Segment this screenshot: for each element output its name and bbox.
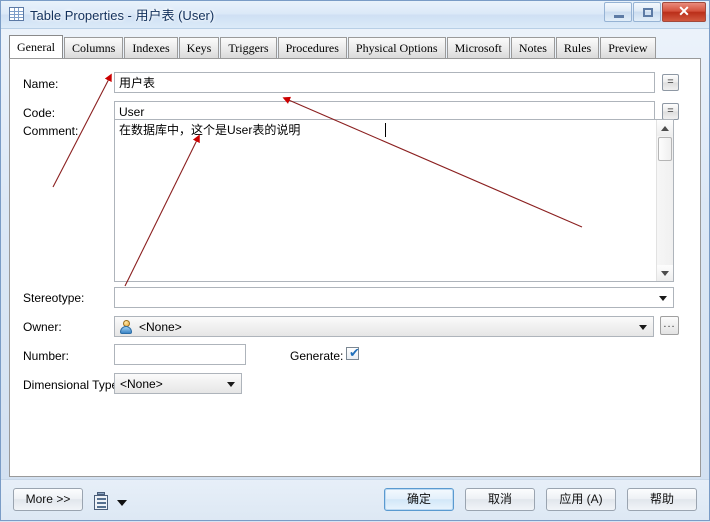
code-equals-button[interactable]: =	[662, 103, 679, 120]
tab-triggers[interactable]: Triggers	[220, 37, 276, 58]
report-dropdown-chevron-down-icon[interactable]	[117, 500, 127, 506]
table-icon	[9, 7, 24, 21]
scroll-up-button[interactable]	[657, 120, 673, 136]
tab-rules[interactable]: Rules	[556, 37, 599, 58]
owner-label: Owner:	[23, 320, 62, 334]
chevron-down-icon	[227, 382, 235, 387]
owner-value: <None>	[139, 320, 182, 334]
owner-combobox[interactable]: <None>	[114, 316, 654, 337]
table-properties-window: Table Properties - 用户表 (User) ✕ General …	[0, 0, 710, 521]
chevron-down-icon	[661, 271, 669, 276]
stereotype-label: Stereotype:	[23, 291, 84, 305]
tab-microsoft[interactable]: Microsoft	[447, 37, 510, 58]
chevron-down-icon	[659, 296, 667, 301]
tab-columns[interactable]: Columns	[64, 37, 123, 58]
maximize-icon	[643, 8, 653, 17]
tab-strip: General Columns Indexes Keys Triggers Pr…	[9, 37, 701, 59]
tab-keys[interactable]: Keys	[179, 37, 220, 58]
more-button[interactable]: More >>	[13, 488, 83, 511]
dimensional-type-value: <None>	[120, 377, 163, 391]
check-icon: ✔	[349, 347, 360, 360]
tab-general[interactable]: General	[9, 35, 63, 58]
title-bar: Table Properties - 用户表 (User) ✕	[1, 1, 709, 29]
cancel-button[interactable]: 取消	[465, 488, 535, 511]
chevron-up-icon	[661, 126, 669, 131]
window-title: Table Properties - 用户表 (User)	[30, 5, 214, 24]
owner-browse-button[interactable]: ...	[660, 316, 679, 335]
minimize-icon	[614, 15, 624, 18]
tab-notes[interactable]: Notes	[511, 37, 555, 58]
number-input[interactable]	[114, 344, 246, 365]
text-caret	[385, 123, 386, 137]
tab-preview[interactable]: Preview	[600, 37, 655, 58]
apply-button[interactable]: 应用 (A)	[546, 488, 616, 511]
name-equals-button[interactable]: =	[662, 74, 679, 91]
name-label: Name:	[23, 77, 58, 91]
tab-physical-options[interactable]: Physical Options	[348, 37, 446, 58]
general-tab-panel: Name: 用户表 = Code: User = Comment: 在数据库中，…	[9, 58, 701, 477]
dimensional-type-label: Dimensional Type:	[23, 378, 122, 392]
number-label: Number:	[23, 349, 69, 363]
stereotype-combobox[interactable]	[114, 287, 674, 308]
minimize-button[interactable]	[604, 2, 632, 22]
help-button[interactable]: 帮助	[627, 488, 697, 511]
scroll-down-button[interactable]	[657, 265, 673, 281]
comment-text: 在数据库中，这个是User表的说明	[119, 122, 653, 138]
close-button[interactable]: ✕	[662, 2, 706, 22]
comment-scrollbar[interactable]	[656, 120, 673, 281]
window-controls: ✕	[603, 2, 706, 23]
report-icon[interactable]	[94, 495, 108, 510]
code-label: Code:	[23, 106, 55, 120]
name-input[interactable]: 用户表	[114, 72, 655, 93]
maximize-button[interactable]	[633, 2, 661, 22]
user-icon	[119, 320, 133, 334]
generate-label: Generate:	[290, 349, 343, 363]
tab-procedures[interactable]: Procedures	[278, 37, 347, 58]
scrollbar-thumb[interactable]	[658, 137, 672, 161]
ok-button[interactable]: 确定	[384, 488, 454, 511]
close-icon: ✕	[663, 3, 705, 21]
generate-checkbox[interactable]: ✔	[346, 347, 359, 360]
comment-textarea[interactable]: 在数据库中，这个是User表的说明	[114, 119, 674, 282]
comment-label: Comment:	[23, 124, 78, 138]
tab-indexes[interactable]: Indexes	[124, 37, 177, 58]
chevron-down-icon	[639, 325, 647, 330]
dimensional-type-combobox[interactable]: <None>	[114, 373, 242, 394]
